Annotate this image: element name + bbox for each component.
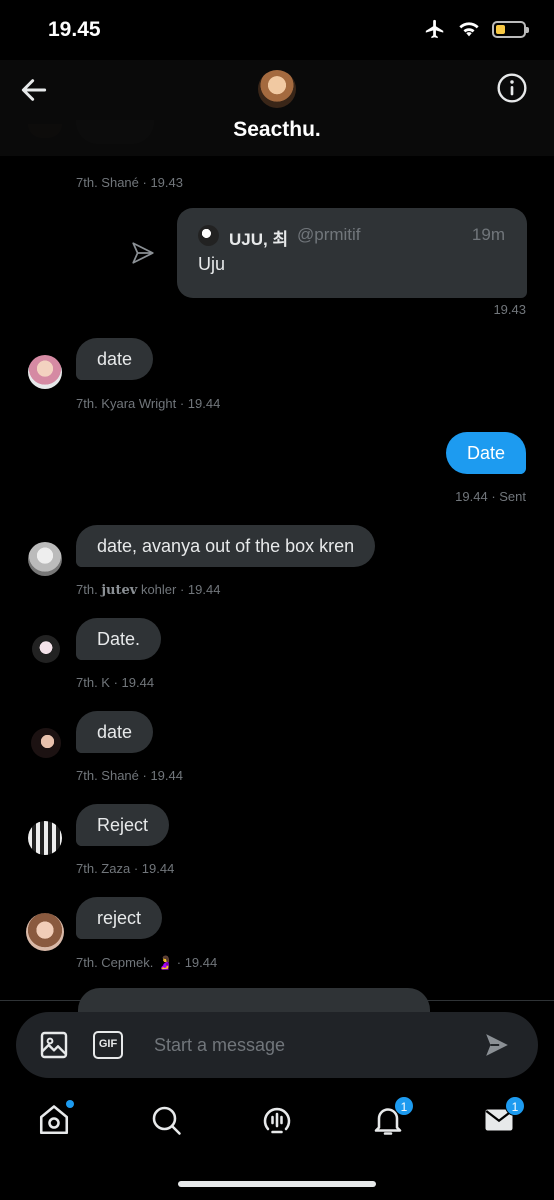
status-bar: 19.45 [0, 0, 554, 60]
conversation-header: Seacthu. [0, 60, 554, 156]
tweet-author-avatar [198, 225, 219, 246]
share-icon[interactable] [130, 240, 156, 266]
message-meta: 19.43 [493, 302, 526, 317]
message-bubble[interactable]: date [76, 338, 154, 380]
tweet-author-handle: @prmitif [297, 225, 361, 244]
tab-spaces[interactable] [259, 1102, 295, 1138]
message-composer: GIF [16, 1012, 538, 1078]
avatar[interactable] [28, 355, 62, 389]
tweet-text: Uju [198, 254, 226, 274]
arrow-left-icon[interactable] [18, 74, 50, 106]
tweet-age: 19m [471, 225, 505, 244]
avatar[interactable] [28, 821, 62, 855]
conversation-title[interactable]: Seacthu. [0, 118, 554, 142]
message-meta: 7th. jutev kohler · 19.44 [76, 582, 221, 598]
search-icon [152, 1106, 181, 1135]
tab-search[interactable] [148, 1102, 184, 1138]
message-meta: 7th. Zaza · 19.44 [76, 861, 175, 876]
message-meta: 7th. Shané · 19.43 [76, 175, 183, 190]
message-list[interactable]: 7th. Shané · 19.43 UJU, 최 @prmitif 19m U… [0, 110, 554, 1018]
battery-icon [492, 20, 529, 38]
home-icon [39, 1105, 69, 1135]
message-meta: 7th. K · 19.44 [76, 675, 155, 690]
image-icon[interactable] [38, 1029, 70, 1061]
notifications-badge: 1 [394, 1096, 414, 1116]
spaces-icon [263, 1107, 291, 1134]
avatar[interactable] [32, 635, 60, 663]
tab-bar: 1 1 [0, 1092, 554, 1152]
message-bubble[interactable]: date [76, 711, 154, 753]
wifi-icon [459, 22, 479, 37]
composer-divider [0, 1000, 554, 1001]
messages-badge: 1 [505, 1096, 525, 1116]
conversation-avatar[interactable] [258, 70, 296, 108]
tab-messages[interactable]: 1 [481, 1096, 525, 1138]
message-bubble[interactable]: date, avanya out of the box kren [76, 525, 376, 567]
tab-home[interactable] [36, 1100, 74, 1138]
shared-tweet[interactable]: UJU, 최 @prmitif 19m Uju [177, 208, 527, 298]
home-indicator [178, 1181, 376, 1187]
airplane-icon [425, 19, 444, 39]
message-bubble[interactable]: Date. [76, 618, 162, 660]
avatar[interactable] [31, 728, 61, 758]
message-meta: 19.44 · Sent [455, 489, 526, 504]
status-icons [424, 18, 529, 40]
avatar[interactable] [28, 542, 62, 576]
message-input[interactable] [154, 1026, 454, 1064]
message-bubble[interactable]: reject [76, 897, 163, 939]
notification-dot [66, 1100, 74, 1108]
gif-button[interactable]: GIF [93, 1031, 123, 1059]
sent-message-bubble[interactable]: Date [445, 432, 526, 474]
tweet-author-name: UJU, 최 [229, 230, 289, 249]
status-time: 19.45 [48, 18, 101, 41]
tab-notifications[interactable]: 1 [370, 1096, 414, 1138]
avatar[interactable] [26, 913, 64, 951]
send-icon[interactable] [484, 1032, 510, 1058]
message-meta: 7th. Cepmek. 🤰 · 19.44 [76, 955, 218, 970]
message-bubble[interactable]: Reject [76, 804, 170, 846]
message-meta: 7th. Kyara Wright · 19.44 [76, 396, 221, 411]
message-meta: 7th. Shané · 19.44 [76, 768, 183, 783]
info-icon[interactable] [496, 72, 528, 104]
